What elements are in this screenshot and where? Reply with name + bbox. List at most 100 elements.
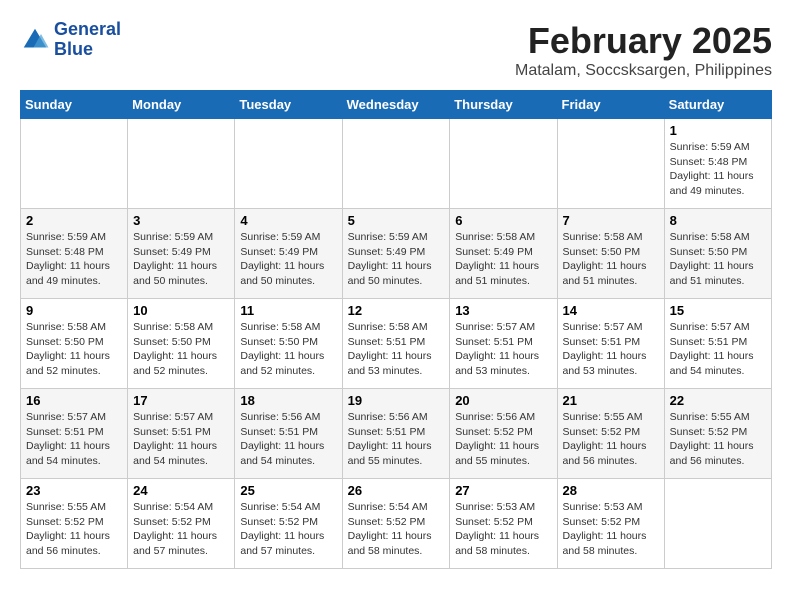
- main-title: February 2025: [515, 20, 772, 62]
- calendar-cell: 5 Sunrise: 5:59 AM Sunset: 5:49 PM Daylig…: [342, 209, 450, 299]
- day-number: 2: [26, 213, 122, 228]
- calendar-cell: 26 Sunrise: 5:54 AM Sunset: 5:52 PM Dayli…: [342, 479, 450, 569]
- weekday-header: Wednesday: [342, 91, 450, 119]
- calendar-cell: 1 Sunrise: 5:59 AM Sunset: 5:48 PM Daylig…: [664, 119, 771, 209]
- calendar-cell: [664, 479, 771, 569]
- day-number: 11: [240, 303, 336, 318]
- weekday-header: Thursday: [450, 91, 557, 119]
- day-info: Sunrise: 5:58 AM Sunset: 5:50 PM Dayligh…: [240, 320, 336, 379]
- calendar-cell: 15 Sunrise: 5:57 AM Sunset: 5:51 PM Dayli…: [664, 299, 771, 389]
- day-info: Sunrise: 5:58 AM Sunset: 5:51 PM Dayligh…: [348, 320, 445, 379]
- calendar-cell: 18Sunrise: 5:56 AM Sunset: 5:51 PM Dayli…: [235, 389, 342, 479]
- day-info: Sunrise: 5:58 AM Sunset: 5:50 PM Dayligh…: [563, 230, 659, 289]
- title-section: February 2025 Matalam, Soccsksargen, Phi…: [515, 20, 772, 80]
- day-info: Sunrise: 5:59 AM Sunset: 5:48 PM Dayligh…: [26, 230, 122, 289]
- day-info: Sunrise: 5:54 AM Sunset: 5:52 PM Dayligh…: [133, 500, 229, 559]
- calendar-cell: 25 Sunrise: 5:54 AM Sunset: 5:52 PM Dayli…: [235, 479, 342, 569]
- day-info: Sunrise: 5:57 AM Sunset: 5:51 PM Dayligh…: [455, 320, 551, 379]
- calendar-cell: 19 Sunrise: 5:56 AM Sunset: 5:51 PM Dayli…: [342, 389, 450, 479]
- logo: General Blue: [20, 20, 121, 60]
- day-number: 17: [133, 393, 229, 408]
- day-info: Sunrise: 5:55 AM Sunset: 5:52 PM Dayligh…: [26, 500, 122, 559]
- day-number: 20: [455, 393, 551, 408]
- calendar-cell: 9 Sunrise: 5:58 AM Sunset: 5:50 PM Daylig…: [21, 299, 128, 389]
- day-number: 19: [348, 393, 445, 408]
- calendar-cell: 12 Sunrise: 5:58 AM Sunset: 5:51 PM Dayli…: [342, 299, 450, 389]
- day-number: 6: [455, 213, 551, 228]
- day-info: Sunrise: 5:53 AM Sunset: 5:52 PM Dayligh…: [455, 500, 551, 559]
- day-info: Sunrise: 5:53 AM Sunset: 5:52 PM Dayligh…: [563, 500, 659, 559]
- day-number: 26: [348, 483, 445, 498]
- day-number: 8: [670, 213, 766, 228]
- calendar-cell: [557, 119, 664, 209]
- calendar-cell: 17 Sunrise: 5:57 AM Sunset: 5:51 PM Dayli…: [128, 389, 235, 479]
- day-number: 13: [455, 303, 551, 318]
- calendar-cell: 4 Sunrise: 5:59 AM Sunset: 5:49 PM Daylig…: [235, 209, 342, 299]
- day-number: 27: [455, 483, 551, 498]
- calendar-cell: 8 Sunrise: 5:58 AM Sunset: 5:50 PM Daylig…: [664, 209, 771, 299]
- calendar-cell: [128, 119, 235, 209]
- day-number: 4: [240, 213, 336, 228]
- weekday-header: Monday: [128, 91, 235, 119]
- logo-icon: [20, 25, 50, 55]
- day-number: 25: [240, 483, 336, 498]
- calendar-cell: 21 Sunrise: 5:55 AM Sunset: 5:52 PM Dayli…: [557, 389, 664, 479]
- calendar-cell: 22 Sunrise: 5:55 AM Sunset: 5:52 PM Dayli…: [664, 389, 771, 479]
- day-number: 22: [670, 393, 766, 408]
- calendar-cell: 20 Sunrise: 5:56 AM Sunset: 5:52 PM Dayli…: [450, 389, 557, 479]
- day-number: 9: [26, 303, 122, 318]
- calendar-cell: 23 Sunrise: 5:55 AM Sunset: 5:52 PM Dayli…: [21, 479, 128, 569]
- day-info: Sunrise: 5:59 AM Sunset: 5:49 PM Dayligh…: [240, 230, 336, 289]
- calendar-cell: 2 Sunrise: 5:59 AM Sunset: 5:48 PM Daylig…: [21, 209, 128, 299]
- day-info: Sunrise: 5:57 AM Sunset: 5:51 PM Dayligh…: [563, 320, 659, 379]
- header: General Blue February 2025 Matalam, Socc…: [20, 20, 772, 80]
- calendar-cell: 11 Sunrise: 5:58 AM Sunset: 5:50 PM Dayli…: [235, 299, 342, 389]
- day-info: Sunrise: 5:58 AM Sunset: 5:50 PM Dayligh…: [670, 230, 766, 289]
- calendar-cell: 24 Sunrise: 5:54 AM Sunset: 5:52 PM Dayli…: [128, 479, 235, 569]
- calendar-cell: 28 Sunrise: 5:53 AM Sunset: 5:52 PM Dayli…: [557, 479, 664, 569]
- calendar-cell: 16 Sunrise: 5:57 AM Sunset: 5:51 PM Dayli…: [21, 389, 128, 479]
- logo-text: General Blue: [54, 20, 121, 60]
- day-info: Sunrise: 5:54 AM Sunset: 5:52 PM Dayligh…: [348, 500, 445, 559]
- calendar-cell: 3Sunrise: 5:59 AM Sunset: 5:49 PM Daylig…: [128, 209, 235, 299]
- day-info: Sunrise: 5:57 AM Sunset: 5:51 PM Dayligh…: [26, 410, 122, 469]
- calendar-cell: [235, 119, 342, 209]
- calendar-cell: [450, 119, 557, 209]
- day-number: 23: [26, 483, 122, 498]
- weekday-header: Saturday: [664, 91, 771, 119]
- day-info: Sunrise: 5:58 AM Sunset: 5:49 PM Dayligh…: [455, 230, 551, 289]
- calendar-cell: 6 Sunrise: 5:58 AM Sunset: 5:49 PM Daylig…: [450, 209, 557, 299]
- day-number: 10: [133, 303, 229, 318]
- day-number: 15: [670, 303, 766, 318]
- day-number: 7: [563, 213, 659, 228]
- day-info: Sunrise: 5:56 AM Sunset: 5:51 PM Dayligh…: [348, 410, 445, 469]
- day-number: 18: [240, 393, 336, 408]
- day-info: Sunrise: 5:54 AM Sunset: 5:52 PM Dayligh…: [240, 500, 336, 559]
- day-info: Sunrise: 5:56 AM Sunset: 5:52 PM Dayligh…: [455, 410, 551, 469]
- weekday-header: Sunday: [21, 91, 128, 119]
- day-number: 5: [348, 213, 445, 228]
- day-info: Sunrise: 5:55 AM Sunset: 5:52 PM Dayligh…: [670, 410, 766, 469]
- day-number: 16: [26, 393, 122, 408]
- day-number: 1: [670, 123, 766, 138]
- day-number: 28: [563, 483, 659, 498]
- weekday-header: Tuesday: [235, 91, 342, 119]
- day-info: Sunrise: 5:57 AM Sunset: 5:51 PM Dayligh…: [133, 410, 229, 469]
- day-number: 21: [563, 393, 659, 408]
- calendar-table: SundayMondayTuesdayWednesdayThursdayFrid…: [20, 90, 772, 569]
- day-info: Sunrise: 5:55 AM Sunset: 5:52 PM Dayligh…: [563, 410, 659, 469]
- day-number: 24: [133, 483, 229, 498]
- day-info: Sunrise: 5:58 AM Sunset: 5:50 PM Dayligh…: [26, 320, 122, 379]
- day-number: 12: [348, 303, 445, 318]
- calendar-cell: 10 Sunrise: 5:58 AM Sunset: 5:50 PM Dayli…: [128, 299, 235, 389]
- day-info: Sunrise: 5:59 AM Sunset: 5:49 PM Dayligh…: [133, 230, 229, 289]
- day-info: Sunrise: 5:57 AM Sunset: 5:51 PM Dayligh…: [670, 320, 766, 379]
- calendar-cell: 13 Sunrise: 5:57 AM Sunset: 5:51 PM Dayli…: [450, 299, 557, 389]
- subtitle: Matalam, Soccsksargen, Philippines: [515, 62, 772, 80]
- calendar-cell: 27 Sunrise: 5:53 AM Sunset: 5:52 PM Dayli…: [450, 479, 557, 569]
- day-info: Sunrise: 5:59 AM Sunset: 5:49 PM Dayligh…: [348, 230, 445, 289]
- day-info: Sunrise: 5:58 AM Sunset: 5:50 PM Dayligh…: [133, 320, 229, 379]
- calendar-cell: [342, 119, 450, 209]
- day-info: Sunrise: 5:59 AM Sunset: 5:48 PM Dayligh…: [670, 140, 766, 199]
- calendar-cell: 7 Sunrise: 5:58 AM Sunset: 5:50 PM Daylig…: [557, 209, 664, 299]
